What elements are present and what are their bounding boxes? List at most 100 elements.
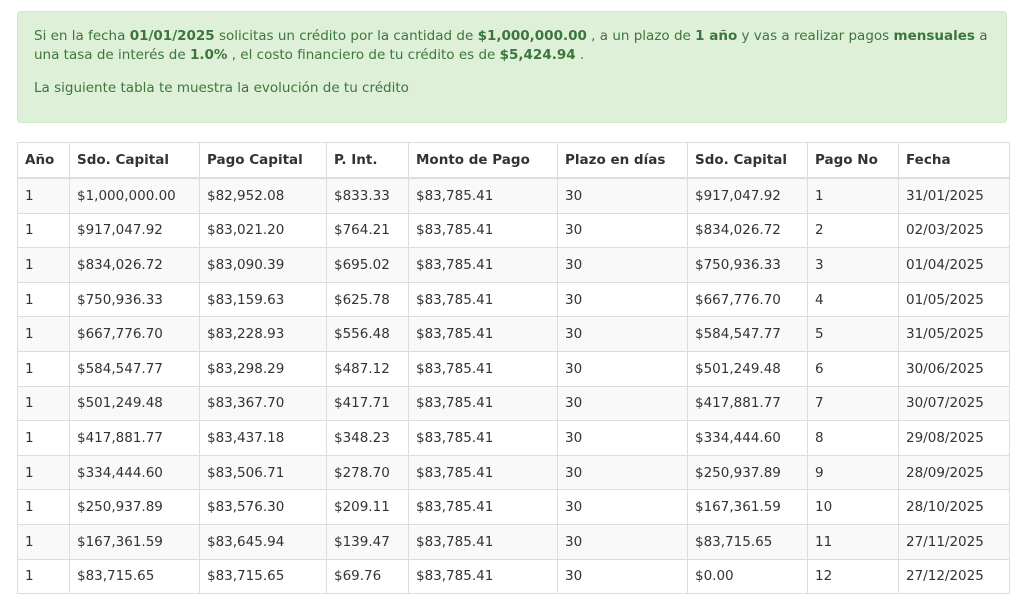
- cell-plazo-dias: 30: [557, 281, 688, 318]
- summary-text-3: , a un plazo de: [586, 28, 696, 44]
- table-row: 1 $334,444.60 $83,506.71 $278.70 $83,785.41 3…: [17, 454, 1010, 491]
- cell-pago-interes: $69.76: [326, 558, 409, 595]
- table-header: Año Sdo. Capital Pago Capital P. Int. Monto …: [17, 142, 1010, 179]
- cell-pago-capital: $83,715.65: [199, 558, 327, 595]
- summary-date: 01/01/2025: [129, 28, 215, 44]
- cell-pago-interes: $833.33: [326, 177, 409, 214]
- column-header-pago-numero: Pago No: [807, 142, 899, 179]
- cell-monto-pago: $83,785.41: [408, 558, 558, 595]
- cell-fecha: 02/03/2025: [898, 212, 1010, 249]
- cell-pago-interes: $278.70: [326, 454, 409, 491]
- cell-saldo-capital-inicial: $167,361.59: [69, 523, 200, 560]
- cell-pago-interes: $487.12: [326, 350, 409, 387]
- cell-saldo-capital-inicial: $917,047.92: [69, 212, 200, 249]
- cell-pago-capital: $83,367.70: [199, 385, 327, 422]
- cell-ano: 1: [17, 281, 70, 318]
- cell-pago-interes: $695.02: [326, 247, 409, 283]
- table-row: 1 $167,361.59 $83,645.94 $139.47 $83,785.41 3…: [17, 523, 1010, 560]
- cell-saldo-capital-inicial: $250,937.89: [69, 489, 200, 525]
- cell-pago-capital: $83,159.63: [199, 281, 327, 318]
- cell-monto-pago: $83,785.41: [408, 177, 558, 214]
- cell-fecha: 29/08/2025: [898, 420, 1010, 456]
- cell-pago-interes: $139.47: [326, 523, 409, 560]
- cell-pago-numero: 12: [807, 558, 899, 595]
- cell-pago-interes: $625.78: [326, 281, 409, 318]
- cell-saldo-capital-inicial: $501,249.48: [69, 385, 200, 422]
- cell-saldo-capital-final: $167,361.59: [687, 489, 808, 525]
- summary-term: 1 año: [695, 28, 738, 44]
- cell-saldo-capital-inicial: $584,547.77: [69, 350, 200, 387]
- column-header-saldo-capital-inicial: Sdo. Capital: [69, 142, 200, 179]
- cell-pago-numero: 1: [807, 177, 899, 214]
- column-header-fecha: Fecha: [898, 142, 1010, 179]
- cell-fecha: 27/11/2025: [898, 523, 1010, 560]
- cell-saldo-capital-final: $584,547.77: [687, 316, 808, 352]
- cell-pago-numero: 4: [807, 281, 899, 318]
- table-row: 1 $501,249.48 $83,367.70 $417.71 $83,785.41 3…: [17, 385, 1010, 422]
- cell-saldo-capital-final: $834,026.72: [687, 212, 808, 249]
- summary-text-2: solicitas un crédito por la cantidad de: [214, 28, 478, 44]
- cell-monto-pago: $83,785.41: [408, 247, 558, 283]
- summary-amount: $1,000,000.00: [477, 28, 587, 44]
- cell-fecha: 31/05/2025: [898, 316, 1010, 352]
- column-header-saldo-capital-final: Sdo. Capital: [687, 142, 808, 179]
- column-header-monto-pago: Monto de Pago: [408, 142, 558, 179]
- cell-saldo-capital-inicial: $667,776.70: [69, 316, 200, 352]
- table-header-row: Año Sdo. Capital Pago Capital P. Int. Monto …: [17, 142, 1010, 179]
- cell-pago-numero: 7: [807, 385, 899, 422]
- amortization-table: Año Sdo. Capital Pago Capital P. Int. Monto …: [17, 142, 1010, 595]
- cell-saldo-capital-final: $917,047.92: [687, 177, 808, 214]
- cell-monto-pago: $83,785.41: [408, 385, 558, 422]
- summary-rate: 1.0%: [189, 47, 228, 63]
- cell-monto-pago: $83,785.41: [408, 212, 558, 249]
- cell-plazo-dias: 30: [557, 454, 688, 491]
- cell-pago-capital: $82,952.08: [199, 177, 327, 214]
- cell-plazo-dias: 30: [557, 177, 688, 214]
- cell-saldo-capital-final: $667,776.70: [687, 281, 808, 318]
- credit-summary-text: Si en la fecha 01/01/2025 solicitas un c…: [34, 27, 990, 65]
- cell-pago-capital: $83,437.18: [199, 420, 327, 456]
- column-header-plazo-dias: Plazo en días: [557, 142, 688, 179]
- cell-pago-capital: $83,506.71: [199, 454, 327, 491]
- cell-ano: 1: [17, 558, 70, 595]
- cell-fecha: 30/07/2025: [898, 385, 1010, 422]
- table-row: 1 $750,936.33 $83,159.63 $625.78 $83,785.41 3…: [17, 281, 1010, 318]
- cell-fecha: 30/06/2025: [898, 350, 1010, 387]
- cell-pago-numero: 11: [807, 523, 899, 560]
- cell-pago-numero: 5: [807, 316, 899, 352]
- cell-monto-pago: $83,785.41: [408, 489, 558, 525]
- cell-pago-capital: $83,298.29: [199, 350, 327, 387]
- cell-pago-numero: 2: [807, 212, 899, 249]
- cell-monto-pago: $83,785.41: [408, 523, 558, 560]
- cell-ano: 1: [17, 247, 70, 283]
- summary-text-7: .: [575, 47, 585, 63]
- cell-saldo-capital-final: $417,881.77: [687, 385, 808, 422]
- cell-ano: 1: [17, 523, 70, 560]
- summary-text-6: , el costo financiero de tu crédito es d…: [227, 47, 500, 63]
- cell-ano: 1: [17, 454, 70, 491]
- table-row: 1 $834,026.72 $83,090.39 $695.02 $83,785.41 3…: [17, 247, 1010, 283]
- summary-cost: $5,424.94: [499, 47, 576, 63]
- summary-text-1: Si en la fecha: [34, 28, 130, 44]
- cell-ano: 1: [17, 177, 70, 214]
- cell-pago-interes: $764.21: [326, 212, 409, 249]
- cell-saldo-capital-final: $501,249.48: [687, 350, 808, 387]
- cell-fecha: 01/04/2025: [898, 247, 1010, 283]
- cell-saldo-capital-inicial: $83,715.65: [69, 558, 200, 595]
- cell-pago-capital: $83,021.20: [199, 212, 327, 249]
- cell-plazo-dias: 30: [557, 489, 688, 525]
- cell-saldo-capital-final: $750,936.33: [687, 247, 808, 283]
- cell-fecha: 27/12/2025: [898, 558, 1010, 595]
- cell-pago-capital: $83,645.94: [199, 523, 327, 560]
- cell-pago-capital: $83,576.30: [199, 489, 327, 525]
- cell-monto-pago: $83,785.41: [408, 420, 558, 456]
- cell-fecha: 01/05/2025: [898, 281, 1010, 318]
- cell-ano: 1: [17, 489, 70, 525]
- cell-plazo-dias: 30: [557, 420, 688, 456]
- cell-pago-numero: 8: [807, 420, 899, 456]
- cell-pago-capital: $83,090.39: [199, 247, 327, 283]
- column-header-pago-interes: P. Int.: [326, 142, 409, 179]
- cell-plazo-dias: 30: [557, 316, 688, 352]
- cell-pago-numero: 3: [807, 247, 899, 283]
- cell-ano: 1: [17, 385, 70, 422]
